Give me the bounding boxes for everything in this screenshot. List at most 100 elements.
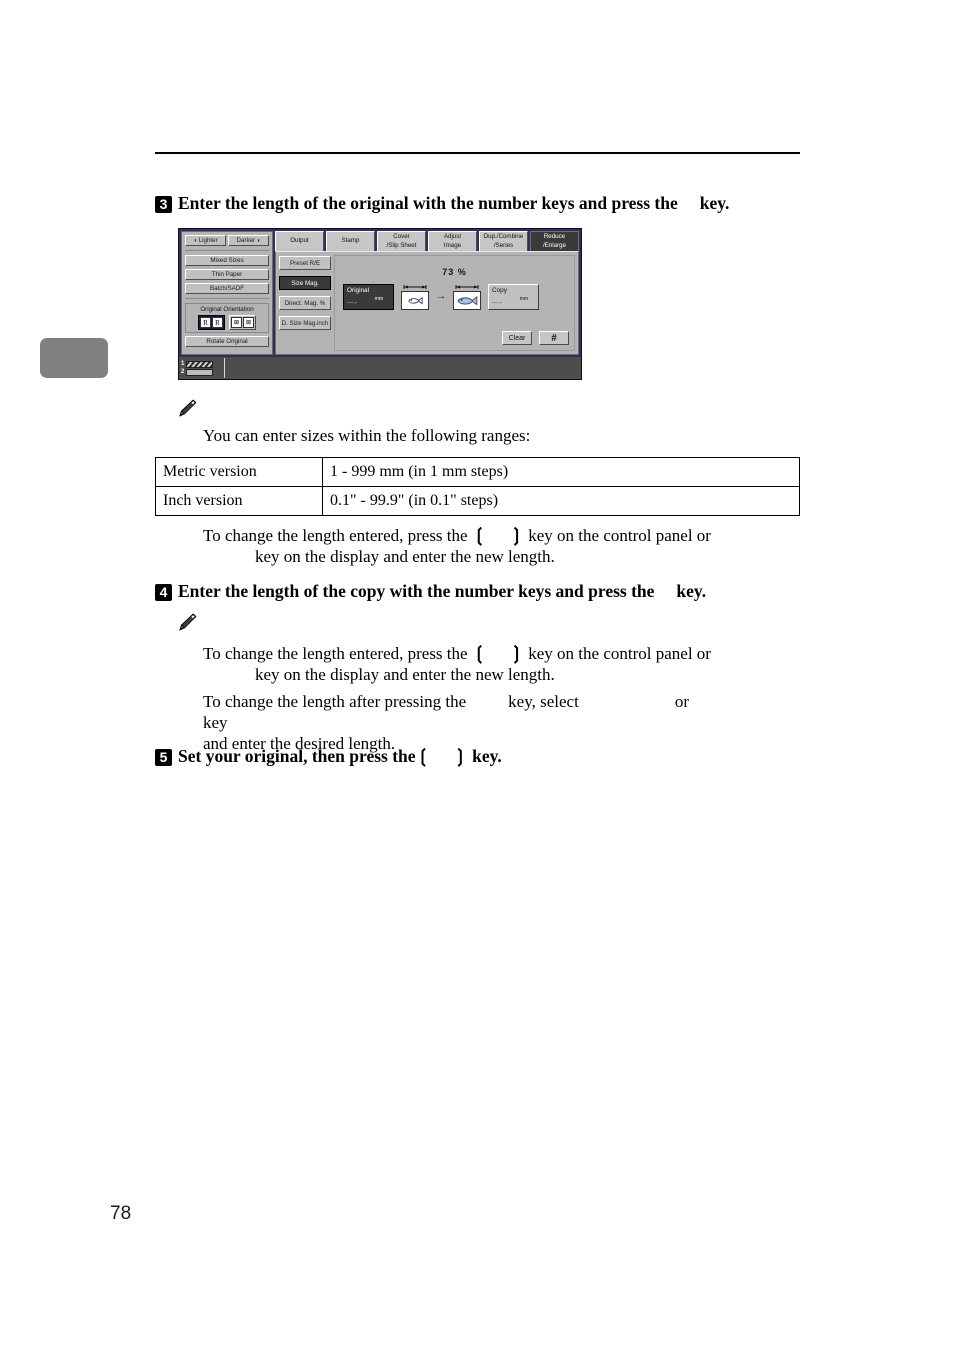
orientation-readable-option[interactable]: R R — [198, 315, 225, 330]
original-orientation-group: Original Orientation R R ⊠ ⊠ — [185, 303, 269, 333]
note-1-change-paragraph: To change the length entered, press the … — [203, 525, 803, 567]
tab-content-reduce-enlarge: Preset R/E Size Mag. Direct. Mag. % D. S… — [275, 251, 579, 355]
lighter-button[interactable]: ◖ Lighter — [185, 235, 226, 246]
tab-stamp-line1: Stamp — [341, 237, 360, 245]
step-4-heading: 4 Enter the length of the copy with the … — [155, 580, 800, 602]
pencil-icon — [179, 613, 197, 631]
table-row: Inch version 0.1" - 99.9" (in 0.1" steps… — [155, 486, 800, 516]
orientation-icons: R R ⊠ ⊠ — [188, 315, 266, 330]
note-2-after-l1a: To change the length after pressing the — [203, 692, 467, 711]
metric-version-value: 1 - 999 mm (in 1 mm steps) — [322, 457, 800, 487]
reduce-enlarge-side-buttons: Preset R/E Size Mag. Direct. Mag. % D. S… — [279, 255, 331, 351]
darker-label: Darker — [236, 237, 256, 244]
batch-sadf-button[interactable]: Batch/SADF — [185, 283, 269, 294]
orientation-icon-r4: ⊠ — [243, 317, 254, 328]
original-value: ---.- — [347, 300, 358, 306]
left-arrow-icon: ◖ — [193, 238, 197, 244]
magnification-ratio-value: 73 % — [442, 267, 467, 277]
note-2-after-line-1: To change the length after pressing the k… — [203, 691, 803, 733]
rotate-original-button[interactable]: Rotate Original — [185, 336, 269, 347]
copy-preview — [453, 284, 481, 310]
note-1-change-line-2: key on the display and enter the new len… — [255, 547, 555, 566]
note-2-change-paragraph: To change the length entered, press the … — [203, 643, 803, 685]
panel-left-column: ◖ Lighter Darker ◗ Mixed Sizes Thin Pape… — [181, 231, 273, 355]
step-5-number: 5 — [155, 749, 172, 766]
fish-large-icon — [453, 291, 481, 310]
original-length-field[interactable]: Original ---.- mm — [343, 284, 394, 310]
hash-enter-button[interactable]: # — [539, 331, 569, 345]
tab-output[interactable]: Output — [275, 231, 324, 251]
preset-re-button[interactable]: Preset R/E — [279, 256, 331, 270]
note-2-change-l1a: To change the length entered, press the — [203, 644, 468, 663]
step-4-text-before: Enter the length of the copy with the nu… — [178, 581, 655, 601]
tab-cover-line2: /Slip Sheet — [386, 241, 417, 249]
note-2-after-l1d: key — [203, 713, 228, 732]
note-2-after-l1b: key, select — [508, 692, 579, 711]
tab-adjust-line1: Adjust — [443, 233, 462, 240]
tab-reduce-enlarge[interactable]: Reduce /Enlarge — [530, 231, 579, 251]
note-1-pencil-icon — [176, 398, 198, 423]
fish-small-glyph — [408, 296, 423, 305]
tray-2-row: 2 — [181, 368, 221, 376]
thin-paper-button[interactable]: Thin Paper — [185, 269, 269, 280]
size-mag-button[interactable]: Size Mag. — [279, 276, 331, 290]
tab-adjust-image[interactable]: Adjust Image — [428, 231, 477, 251]
step-3-heading: 3 Enter the length of the original with … — [155, 192, 800, 214]
clear-button[interactable]: Clear — [502, 331, 532, 345]
tray-2-level-icon — [186, 368, 214, 376]
orientation-unreadable-option[interactable]: ⊠ ⊠ — [229, 315, 256, 330]
original-width-dimension-icon — [403, 285, 427, 289]
tab-dup-line2: /Series — [493, 241, 514, 249]
ranges-table: Metric version 1 - 999 mm (in 1 mm steps… — [155, 457, 800, 516]
tab-dup-combine-series[interactable]: Dup./Combine /Series — [479, 231, 528, 251]
size-magnification-stage: 73 % Original ---.- mm → Copy ---.- mm C… — [334, 255, 575, 351]
step-4-text-after: key. — [676, 581, 707, 601]
note-2-bracket-close: ❳ — [508, 643, 525, 663]
orientation-icon-r1: R — [200, 317, 211, 328]
note-2-pencil-icon — [176, 612, 198, 637]
inch-version-label: Inch version — [155, 486, 323, 516]
tray-1-row: 1 — [181, 360, 221, 368]
chapter-tab-marker — [40, 338, 108, 378]
copy-length-field[interactable]: Copy ---.- mm — [488, 284, 539, 310]
note-2-change-l1b: key on the control panel or — [528, 644, 711, 663]
step-5-text-after: key. — [472, 746, 502, 766]
direct-mag-percent-button[interactable]: Direct. Mag. % — [279, 296, 331, 310]
panel-right-column: Output Stamp Cover /Slip Sheet Adjust Im… — [275, 231, 579, 355]
step-5-text-before: Set your original, then press the — [178, 746, 416, 766]
tab-reduce-line1: Reduce — [543, 233, 566, 240]
pencil-icon — [179, 399, 197, 417]
table-row: Metric version 1 - 999 mm (in 1 mm steps… — [155, 457, 800, 487]
note-1-bracket-open: ❲ — [471, 525, 487, 545]
orientation-icon-r2: R — [212, 317, 223, 328]
density-row: ◖ Lighter Darker ◗ — [185, 235, 269, 246]
size-entry-row: Original ---.- mm → Copy ---.- mm — [343, 284, 568, 310]
tab-output-line1: Output — [290, 237, 309, 245]
paper-tray-indicator: 1 2 — [181, 358, 225, 378]
orientation-icon-r3: ⊠ — [231, 317, 242, 328]
copy-unit: mm — [519, 296, 528, 302]
note-1-change-line-1: To change the length entered, press the … — [203, 525, 803, 546]
original-preview — [401, 284, 429, 310]
tab-reduce-line2: /Enlarge — [542, 241, 567, 249]
original-label: Original — [347, 287, 370, 294]
left-divider-1 — [185, 250, 269, 251]
tab-stamp[interactable]: Stamp — [326, 231, 375, 251]
step-5-bracket-open: ❲ — [415, 746, 431, 766]
tray-1-level-icon — [186, 360, 214, 368]
panel-status-bar: 1 2 — [179, 355, 581, 379]
step-3-number: 3 — [155, 196, 172, 213]
lighter-label: Lighter — [198, 237, 218, 244]
transform-arrow-icon: → — [436, 291, 446, 302]
tab-cover-slip-sheet[interactable]: Cover /Slip Sheet — [377, 231, 426, 251]
d-size-mag-inch-button[interactable]: D. Size Mag.inch — [279, 316, 331, 330]
inch-version-value: 0.1" - 99.9" (in 0.1" steps) — [322, 486, 800, 516]
darker-button[interactable]: Darker ◗ — [228, 235, 269, 246]
tab-dup-line1: Dup./Combine — [483, 233, 524, 240]
left-divider-2 — [185, 298, 269, 299]
ranges-table-wrap: Metric version 1 - 999 mm (in 1 mm steps… — [155, 457, 800, 516]
panel-tabs: Output Stamp Cover /Slip Sheet Adjust Im… — [275, 231, 579, 251]
control-panel-body: ◖ Lighter Darker ◗ Mixed Sizes Thin Pape… — [179, 229, 581, 355]
note-2-change-line-2: key on the display and enter the new len… — [255, 665, 555, 684]
mixed-sizes-button[interactable]: Mixed Sizes — [185, 255, 269, 266]
